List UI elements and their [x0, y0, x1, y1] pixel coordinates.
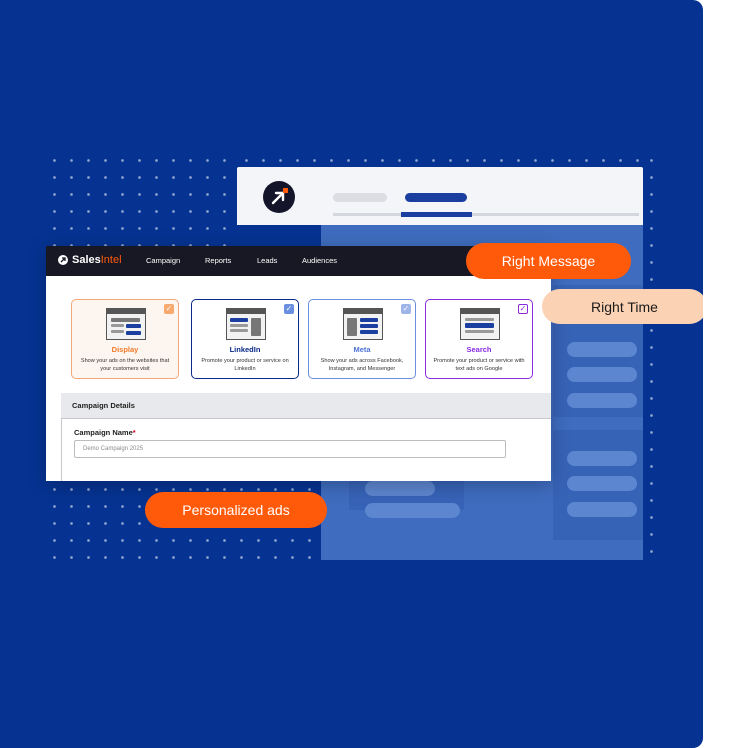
- arrow-logo-icon: [263, 181, 295, 213]
- nav-reports[interactable]: Reports: [205, 256, 231, 265]
- nav-campaign[interactable]: Campaign: [146, 256, 180, 265]
- channel-card-display[interactable]: ✓ Display Show your ads on the websites …: [71, 299, 179, 379]
- ghost-row: [567, 367, 637, 382]
- card-description: Show your ads across Facebook, Instagram…: [320, 358, 404, 372]
- ghost-row: [567, 476, 637, 491]
- dot-grid-right: [643, 152, 660, 561]
- channel-card-linkedin[interactable]: ✓ LinkedIn Promote your product or servi…: [191, 299, 299, 379]
- campaign-app-window: Sales Intel Campaign Reports Leads Audien…: [46, 246, 551, 481]
- right-message-tag: Right Message: [466, 243, 631, 279]
- brand-mark-icon: [58, 255, 68, 265]
- nav-leads[interactable]: Leads: [257, 256, 277, 265]
- card-description: Show your ads on the websites that your …: [80, 358, 170, 372]
- tab-underline-active: [401, 212, 472, 217]
- checkbox-checked-icon[interactable]: ✓: [284, 304, 294, 314]
- dot-grid-top: [238, 152, 643, 164]
- personalized-ads-tag: Personalized ads: [145, 492, 327, 528]
- campaign-name-label: Campaign Name*: [74, 428, 136, 437]
- ghost-row: [567, 451, 637, 466]
- checkbox-checked-icon[interactable]: ✓: [401, 304, 411, 314]
- card-description: Promote your product or service on Linke…: [201, 358, 289, 372]
- right-time-tag: Right Time: [542, 289, 703, 324]
- checkbox-checked-icon[interactable]: ✓: [518, 304, 528, 314]
- card-title: Display: [111, 345, 139, 354]
- search-ad-icon: [460, 308, 500, 340]
- card-title: LinkedIn: [229, 345, 261, 354]
- ghost-row: [567, 393, 637, 408]
- card-title: Meta: [353, 345, 371, 354]
- brand-prefix: Sales: [72, 254, 101, 266]
- tab-underline: [333, 213, 639, 216]
- campaign-details-body: Campaign Name* Demo Campaign 2025: [61, 418, 552, 481]
- channel-card-meta[interactable]: ✓ Meta Show your ads across Facebook, In…: [308, 299, 416, 379]
- card-title: Search: [466, 345, 492, 354]
- dot-grid-left: [46, 152, 238, 247]
- checkbox-checked-icon[interactable]: ✓: [164, 304, 174, 314]
- meta-ad-icon: [343, 308, 383, 340]
- ghost-row: [567, 502, 637, 517]
- ghost-row: [365, 503, 460, 518]
- brand-suffix: Intel: [100, 254, 122, 266]
- campaign-details-header[interactable]: Campaign Details: [61, 393, 551, 419]
- ghost-row: [567, 342, 637, 357]
- salesintel-logo[interactable]: Sales Intel: [58, 254, 122, 266]
- campaign-name-input[interactable]: Demo Campaign 2025: [74, 440, 506, 458]
- hero-canvas: Sales Intel Campaign Reports Leads Audien…: [0, 0, 703, 748]
- linkedin-ad-icon: [226, 308, 266, 340]
- display-ad-icon: [106, 308, 146, 340]
- campaign-name-label-text: Campaign Name: [74, 428, 133, 437]
- placeholder-tab-active: [405, 193, 467, 202]
- nav-audiences[interactable]: Audiences: [302, 256, 337, 265]
- channel-card-search[interactable]: ✓ Search Promote your product or service…: [425, 299, 533, 379]
- ghost-row: [365, 481, 435, 496]
- background-app-header: [237, 167, 643, 225]
- card-description: Promote your product or service with tex…: [433, 358, 525, 372]
- campaign-details-title: Campaign Details: [72, 401, 135, 410]
- required-mark: *: [132, 428, 136, 437]
- placeholder-tab: [333, 193, 387, 202]
